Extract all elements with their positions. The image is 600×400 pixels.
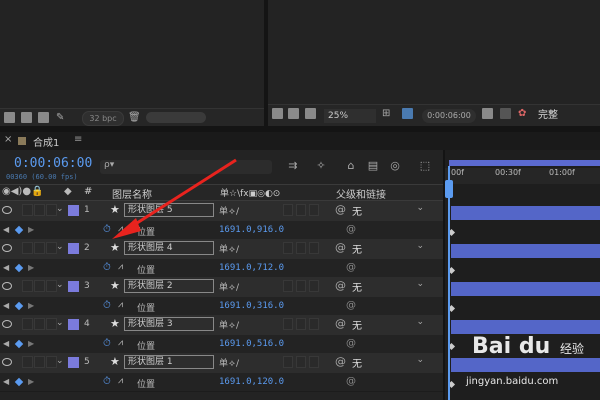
watermark-url: jingyan.baidu.com <box>466 376 559 387</box>
watermark-brand: 经验 <box>560 342 585 356</box>
baidu-watermark: Bai du 经验 jingyan.baidu.com <box>462 334 600 400</box>
baidu-logo: Bai du <box>472 334 551 359</box>
